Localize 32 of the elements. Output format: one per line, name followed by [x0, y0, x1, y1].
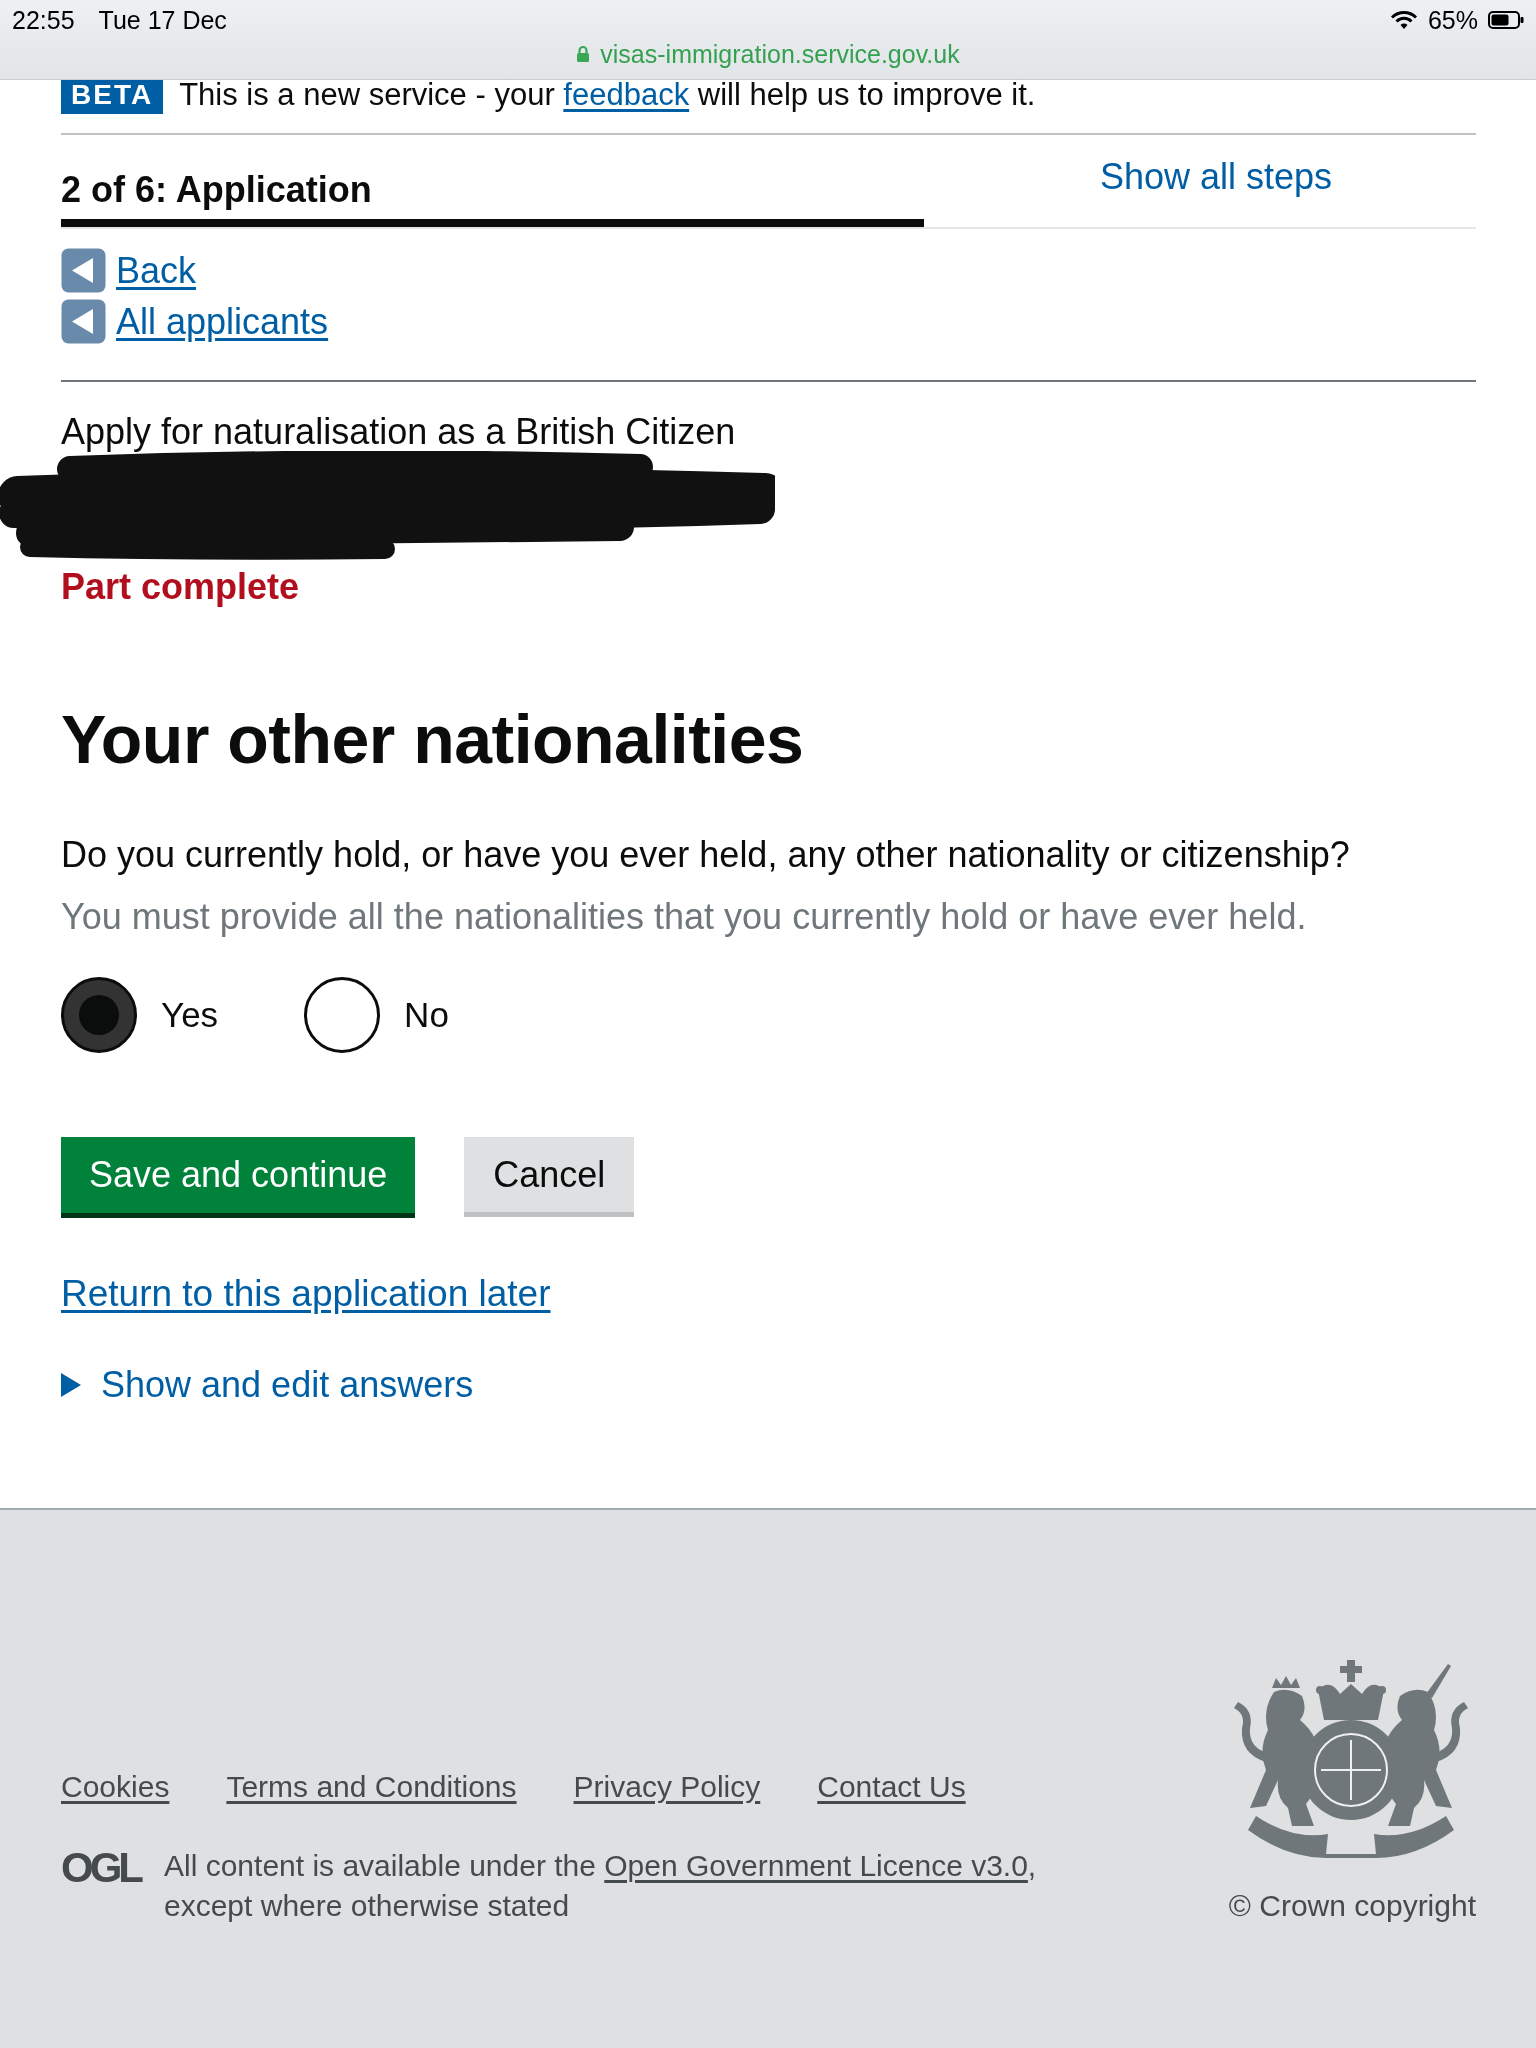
show-all-steps-link[interactable]: Show all steps [1099, 135, 1332, 199]
ogl-logo: OGL [61, 1848, 140, 1888]
wifi-icon [1389, 10, 1418, 30]
footer-link[interactable]: Privacy Policy [573, 1767, 761, 1807]
step-title: 2 of 6: Application [61, 168, 372, 212]
footer-link[interactable]: Terms and Conditions [226, 1767, 517, 1807]
radio-label[interactable]: No [404, 995, 449, 1035]
details-toggle[interactable]: Show and edit answers [61, 1362, 474, 1408]
battery-percent: 65% [1427, 5, 1478, 35]
battery-icon [1488, 11, 1524, 29]
copyright-text: © Crown copyright [1228, 1888, 1476, 1924]
nav-link[interactable]: All applicants [116, 299, 329, 344]
licence-link[interactable]: Open Government Licence v3.0 [604, 1849, 1028, 1882]
footer-link[interactable]: Contact Us [817, 1767, 966, 1807]
feedback-link[interactable]: feedback [563, 77, 690, 112]
radio-label[interactable]: Yes [161, 995, 219, 1035]
nav-link[interactable]: Back [116, 248, 197, 293]
submit-button[interactable]: Save and continue [61, 1137, 416, 1218]
return-later-link[interactable]: Return to this application later [61, 1271, 551, 1317]
beta-message: This is a new service - your feedback will help us to improve it. [179, 80, 1036, 110]
lock-icon [576, 45, 591, 63]
status-date: Tue 17 Dec [98, 5, 227, 35]
clock-time: 22:55 [12, 5, 75, 35]
page-heading: Your other nationalities [61, 703, 805, 775]
application-title: Apply for naturalisation as a British Citizen [61, 410, 737, 454]
footer-link[interactable]: Cookies [61, 1767, 170, 1807]
licence-text: All content is available under the Open Government Licence v3.0, except where otherwise stated [164, 1848, 1038, 1924]
status-text: Part complete [61, 565, 301, 609]
cancel-button[interactable]: Cancel [464, 1137, 635, 1217]
beta-tag: BETA [61, 80, 164, 114]
question-text: Do you currently hold, or have you ever held, any other nationality or citizenship? [61, 833, 1351, 877]
hint-text: You must provide all the nationalities that you currently hold or have ever held. [61, 895, 1308, 939]
